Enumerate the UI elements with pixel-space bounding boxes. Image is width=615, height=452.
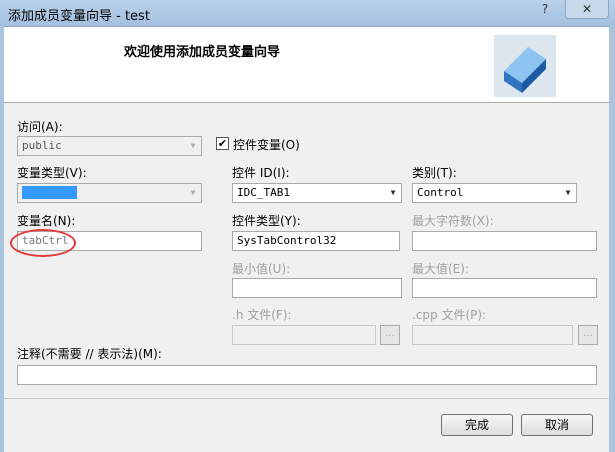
chevron-down-icon: ▼: [565, 188, 571, 197]
control-type-label: 控件类型(Y):: [232, 214, 301, 228]
control-id-label: 控件 ID(I):: [232, 166, 290, 180]
finish-button[interactable]: 完成: [441, 414, 513, 436]
chevron-down-icon: ▼: [390, 188, 396, 197]
category-value: Control: [417, 186, 464, 199]
close-button[interactable]: ✕: [565, 0, 609, 19]
chevron-down-icon: ▼: [190, 188, 196, 197]
h-file-input[interactable]: [232, 325, 376, 345]
h-file-browse-button[interactable]: ...: [380, 325, 400, 345]
control-type-field[interactable]: SysTabControl32: [232, 231, 400, 251]
wizard-title: 欢迎使用添加成员变量向导: [124, 45, 281, 60]
wizard-header: 欢迎使用添加成员变量向导: [4, 27, 609, 103]
max-label: 最大值(E):: [412, 262, 469, 276]
comment-input[interactable]: [17, 365, 597, 385]
category-label: 类别(T):: [412, 166, 457, 180]
min-label: 最小值(U):: [232, 262, 291, 276]
window-title: 添加成员变量向导 - test: [8, 9, 150, 24]
h-file-label: .h 文件(F):: [232, 308, 292, 322]
access-value: public: [22, 139, 62, 152]
wizard-body: 访问(A): public ▼ ✔ 控件变量(O) 变量类型(V): CTabC…: [4, 103, 609, 397]
control-var-label: 控件变量(O): [233, 138, 300, 152]
max-chars-label: 最大字符数(X):: [412, 214, 494, 228]
wizard-footer: 完成 取消: [4, 398, 609, 451]
wizard-cube-icon: [494, 35, 556, 97]
cpp-file-label: .cpp 文件(P):: [412, 308, 487, 322]
window-frame-right: [609, 26, 615, 452]
cpp-file-browse-button[interactable]: ...: [578, 325, 598, 345]
access-label: 访问(A):: [17, 120, 63, 134]
title-bar: 添加成员变量向导 - test ? ✕: [0, 0, 615, 27]
cancel-button[interactable]: 取消: [521, 414, 593, 436]
access-combo[interactable]: public ▼: [17, 136, 202, 156]
var-type-combo[interactable]: CTabCtrl ▼: [17, 183, 202, 203]
var-name-label: 变量名(N):: [17, 214, 76, 228]
var-type-value: CTabCtrl: [22, 186, 77, 199]
control-id-combo[interactable]: IDC_TAB1 ▼: [232, 183, 402, 203]
max-chars-input[interactable]: [412, 231, 597, 251]
category-combo[interactable]: Control ▼: [412, 183, 577, 203]
chevron-down-icon: ▼: [190, 141, 196, 150]
control-var-checkbox[interactable]: ✔: [216, 137, 229, 150]
control-type-value: SysTabControl32: [237, 234, 337, 247]
help-button[interactable]: ?: [530, 0, 560, 18]
highlight-oval: [10, 229, 76, 257]
comment-label: 注释(不需要 // 表示法)(M):: [17, 347, 162, 361]
min-input[interactable]: [232, 278, 402, 298]
max-input[interactable]: [412, 278, 597, 298]
cpp-file-input[interactable]: [412, 325, 573, 345]
var-type-label: 变量类型(V):: [17, 166, 87, 180]
control-id-value: IDC_TAB1: [237, 186, 290, 199]
